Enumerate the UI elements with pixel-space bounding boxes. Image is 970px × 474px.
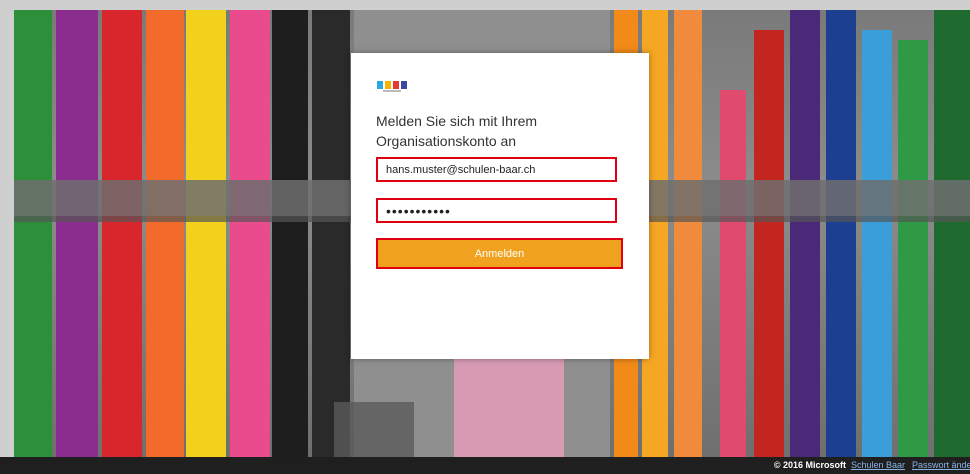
login-card: Melden Sie sich mit Ihrem Organisationsk… [351,53,649,359]
sign-in-button[interactable]: Anmelden [378,240,621,267]
login-heading: Melden Sie sich mit Ihrem Organisationsk… [376,113,538,149]
schulen-baar-link[interactable]: Schulen Baar [851,460,905,470]
copyright-text: © 2016 Microsoft [773,460,846,470]
screen: Melden Sie sich mit Ihrem Organisationsk… [0,0,970,474]
password-field-frame [376,198,617,223]
submit-button-frame: Anmelden [376,238,623,269]
footer-bar: © 2016 Microsoft Schulen Baar Passwort ä… [0,457,970,474]
email-field[interactable] [378,159,615,180]
password-field[interactable] [378,200,615,221]
schulen-baar-logo-icon [377,81,407,92]
change-password-link[interactable]: Passwort ändern [912,460,970,470]
email-field-frame [376,157,617,182]
